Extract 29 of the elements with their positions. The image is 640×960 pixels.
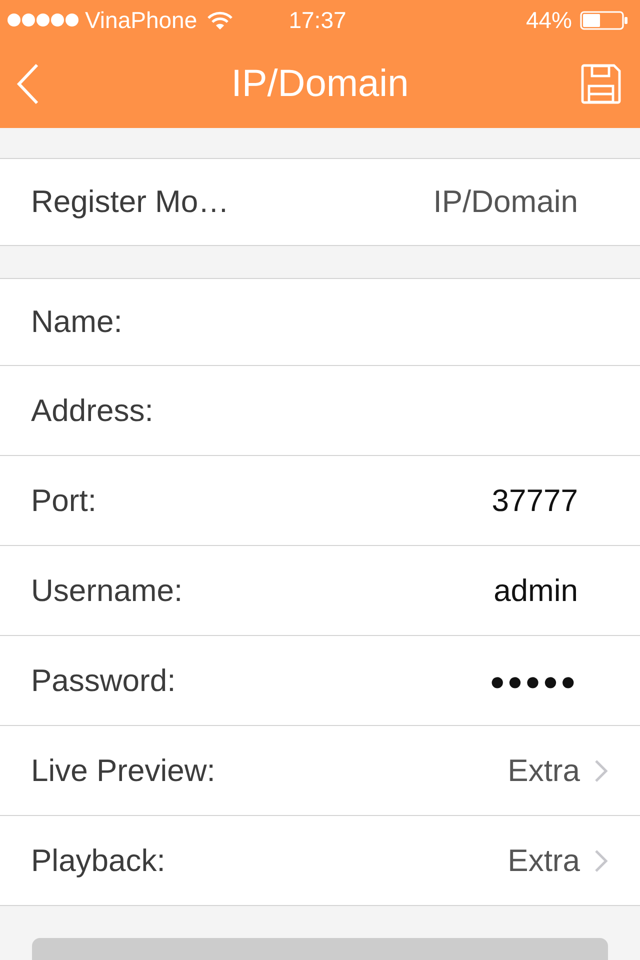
row-value: Extra xyxy=(508,842,580,878)
field-label: Port: xyxy=(31,482,96,518)
back-chevron-icon xyxy=(16,63,40,105)
status-time: 17:37 xyxy=(288,6,346,34)
input-field[interactable]: 37777 xyxy=(298,482,578,518)
carrier-name: VinaPhone xyxy=(85,6,198,34)
disclosure-row[interactable]: Playback: Extra xyxy=(0,815,640,905)
input-field[interactable]: ●●●●● xyxy=(298,662,578,698)
field-label: Password: xyxy=(31,662,176,698)
register-mode-row[interactable]: Register Mo… IP/Domain xyxy=(0,159,640,245)
nav-title: IP/Domain xyxy=(231,62,409,106)
chevron-right-icon xyxy=(594,848,608,872)
wifi-icon xyxy=(207,10,234,30)
row-label: Playback: xyxy=(31,842,166,878)
save-button[interactable] xyxy=(581,64,621,104)
battery-icon xyxy=(580,10,628,30)
row-value: IP/Domain xyxy=(433,184,578,220)
row-label: Live Preview: xyxy=(31,752,216,788)
field-label: Username: xyxy=(31,572,183,608)
row-label: Register Mo… xyxy=(31,184,230,220)
field-label: Name: xyxy=(31,304,122,340)
row-value: Extra xyxy=(508,752,580,788)
signal-dots-icon xyxy=(7,13,79,27)
battery-percent: 44% xyxy=(526,6,572,34)
input-field[interactable]: admin xyxy=(298,572,578,608)
disclosure-row[interactable]: Live Preview: Extra xyxy=(0,725,640,815)
field-label: Address: xyxy=(31,392,154,428)
chevron-right-icon xyxy=(594,758,608,782)
back-button[interactable] xyxy=(16,63,40,105)
